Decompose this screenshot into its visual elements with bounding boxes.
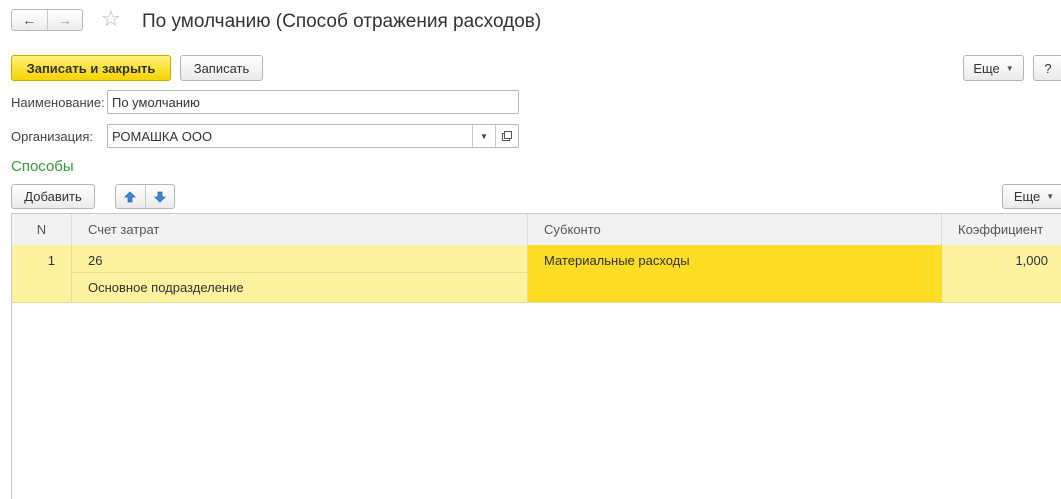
add-button[interactable]: Добавить bbox=[11, 184, 95, 209]
organization-label: Организация: bbox=[11, 129, 94, 144]
account-cell[interactable]: 26 bbox=[72, 245, 528, 273]
caret-down-icon: ▼ bbox=[1005, 63, 1014, 73]
move-up-button[interactable] bbox=[116, 185, 145, 208]
form-window: ← → ☆ По умолчанию (Способ отражения рас… bbox=[0, 0, 1061, 499]
name-label: Наименование: bbox=[11, 95, 105, 110]
more-menu-button[interactable]: Еще ▼ bbox=[963, 55, 1024, 81]
caret-down-icon: ▼ bbox=[480, 131, 488, 141]
open-button[interactable] bbox=[495, 125, 518, 147]
coefficient-cell[interactable]: 1,000 bbox=[942, 245, 1061, 302]
move-down-button[interactable] bbox=[144, 185, 175, 208]
back-button[interactable]: ← bbox=[12, 10, 47, 30]
section-title: Способы bbox=[11, 158, 74, 175]
table-header: N Счет затрат Субконто Коэффициент bbox=[12, 214, 1061, 246]
favorite-star-icon[interactable]: ☆ bbox=[101, 6, 121, 32]
account-subdivision-cell[interactable]: Основное подразделение bbox=[72, 273, 528, 302]
save-button[interactable]: Записать bbox=[180, 55, 263, 81]
arrow-up-icon bbox=[124, 190, 137, 202]
forward-button[interactable]: → bbox=[46, 10, 83, 30]
column-header-coefficient[interactable]: Коэффициент bbox=[942, 214, 1061, 245]
methods-table: N Счет затрат Субконто Коэффициент 1 26 … bbox=[11, 213, 1061, 499]
column-header-account[interactable]: Счет затрат bbox=[72, 214, 528, 245]
table-row[interactable]: 1 26 Основное подразделение Материальные… bbox=[12, 245, 1061, 303]
help-button[interactable]: ? bbox=[1033, 55, 1061, 81]
arrow-down-icon bbox=[153, 191, 166, 203]
row-number: 1 bbox=[12, 245, 72, 302]
arrow-left-icon: ← bbox=[22, 12, 37, 28]
organization-value[interactable]: РОМАШКА ООО bbox=[108, 125, 472, 147]
table-more-button[interactable]: Еще ▼ bbox=[1002, 184, 1061, 209]
arrow-right-icon: → bbox=[57, 12, 72, 28]
column-header-subconto[interactable]: Субконто bbox=[528, 214, 942, 245]
caret-down-icon: ▼ bbox=[1046, 192, 1055, 201]
nav-buttons: ← → bbox=[11, 9, 83, 31]
subconto-cell[interactable]: Материальные расходы bbox=[528, 245, 942, 302]
name-field[interactable]: По умолчанию bbox=[107, 90, 519, 114]
more-label: Еще bbox=[1013, 189, 1041, 204]
open-window-icon bbox=[502, 131, 512, 141]
page-title: По умолчанию (Способ отражения расходов) bbox=[142, 11, 542, 32]
save-and-close-button[interactable]: Записать и закрыть bbox=[11, 55, 171, 81]
more-label: Еще bbox=[973, 60, 1000, 76]
organization-field[interactable]: РОМАШКА ООО ▼ bbox=[107, 124, 519, 148]
move-buttons bbox=[115, 184, 175, 209]
dropdown-button[interactable]: ▼ bbox=[472, 125, 495, 147]
column-header-n[interactable]: N bbox=[12, 214, 72, 245]
